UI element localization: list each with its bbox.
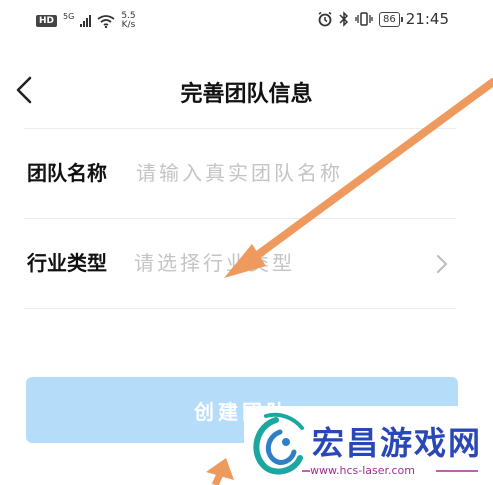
watermark-title: 宏昌游戏网 [312, 424, 483, 462]
hd-badge: HD [36, 15, 58, 27]
page-header: 完善团队信息 [0, 62, 493, 118]
battery-icon: 86 [379, 11, 403, 27]
team-name-row: 团队名称 [24, 128, 456, 220]
industry-type-label: 行业类型 [27, 251, 107, 275]
divider [24, 308, 456, 309]
watermark-rule-left [302, 470, 310, 472]
vibrate-icon [355, 12, 373, 26]
watermark: 宏昌游戏网 www.hcs-laser.com [244, 406, 493, 485]
bluetooth-icon [339, 11, 349, 27]
watermark-url: www.hcs-laser.com [310, 464, 415, 477]
wifi-icon [97, 14, 115, 28]
network-type: 5G [63, 11, 75, 21]
industry-type-row[interactable]: 行业类型 请选择行业类型 [24, 218, 456, 308]
net-speed-unit: K/s [121, 20, 136, 30]
clock-time: 21:45 [405, 10, 449, 28]
status-bar: HD 5G 5.5 K/s 86 21:45 [0, 0, 493, 40]
watermark-rule-right [436, 470, 478, 472]
net-speed: 5.5 K/s [121, 12, 135, 30]
page-title: 完善团队信息 [180, 82, 313, 107]
team-name-input[interactable] [134, 128, 438, 220]
status-bar-left: HD 5G 5.5 K/s [36, 12, 136, 30]
alarm-icon [318, 11, 332, 27]
cell-signal-icon [80, 15, 92, 27]
industry-type-select[interactable]: 请选择行业类型 [134, 218, 295, 308]
team-name-label: 团队名称 [27, 161, 107, 185]
arrow-to-create-button [206, 458, 234, 485]
status-bar-right: 86 21:45 [317, 10, 449, 28]
chevron-right-icon[interactable] [434, 252, 450, 276]
